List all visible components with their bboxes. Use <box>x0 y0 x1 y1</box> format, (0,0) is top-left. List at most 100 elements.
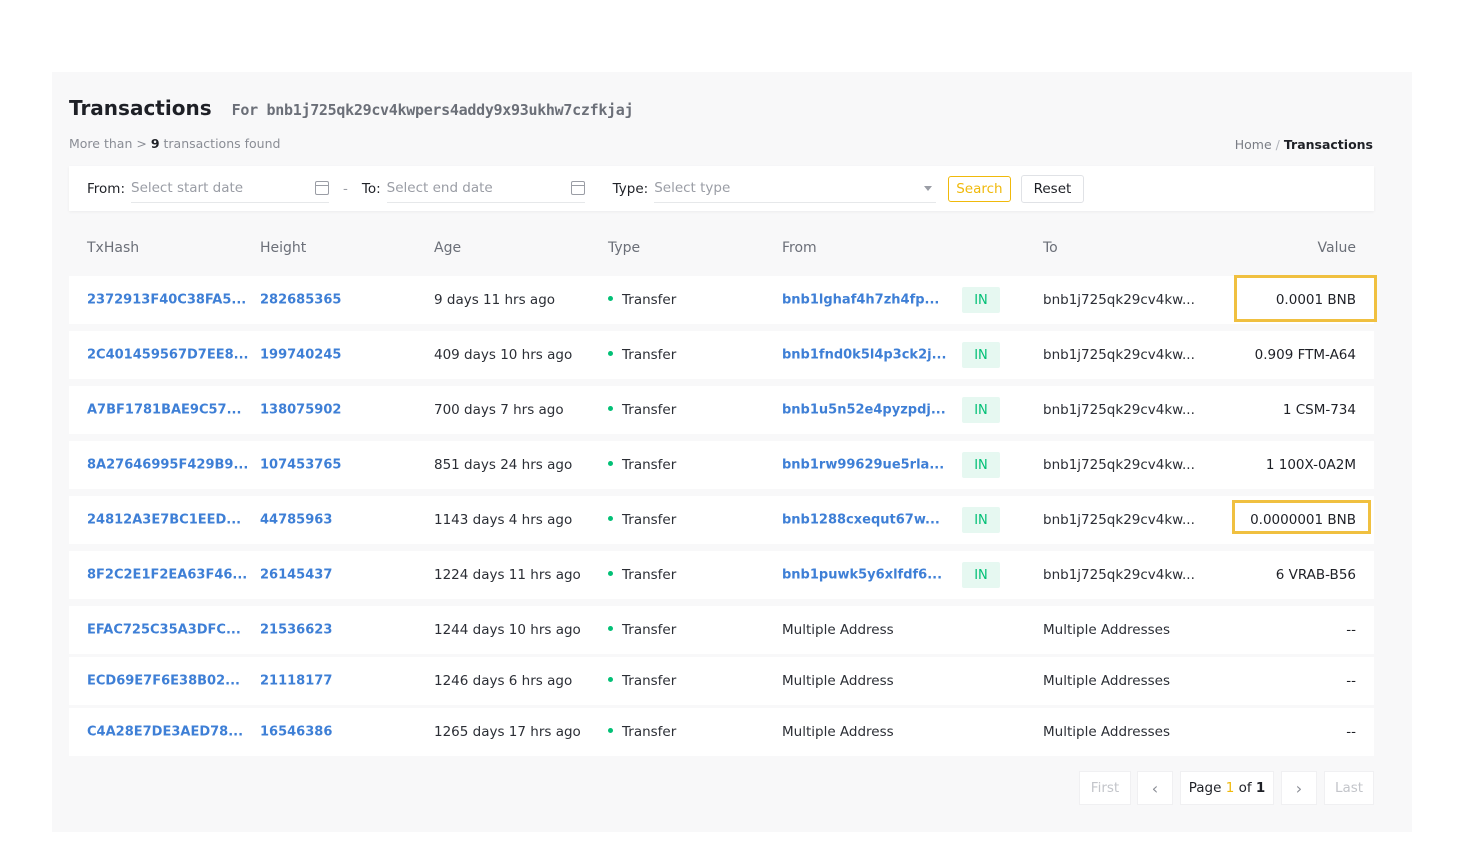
address-value: bnb1j725qk29cv4kwpers4addy9x93ukhw7czfkj… <box>266 101 634 119</box>
from-address-link[interactable]: bnb1fnd0k5l4p3ck2j... <box>782 348 946 363</box>
tx-value: -- <box>1346 673 1356 689</box>
to-address: bnb1j725qk29cv4kw... <box>1043 292 1195 308</box>
direction-badge: IN <box>962 287 1000 313</box>
tx-age: 9 days 11 hrs ago <box>434 292 556 308</box>
tx-hash-link[interactable]: A7BF1781BAE9C57... <box>87 403 241 418</box>
tx-type-label: Transfer <box>622 402 677 418</box>
page-of: of <box>1238 780 1252 796</box>
tx-age: 1224 days 11 hrs ago <box>434 567 581 583</box>
calendar-icon[interactable] <box>570 181 585 195</box>
from-label: From: <box>87 180 125 197</box>
from-address-link[interactable]: bnb1u5n52e4pyzpdj... <box>782 403 946 418</box>
tx-hash-link[interactable]: 2C401459567D7EE8... <box>87 348 248 363</box>
address-subtitle: For bnb1j725qk29cv4kwpers4addy9x93ukhw7c… <box>232 101 634 119</box>
status-dot-icon <box>608 570 613 576</box>
table-row: 8A27646995F429B9... 107453765 851 days 24 … <box>69 441 1374 489</box>
block-height-link[interactable]: 199740245 <box>260 348 341 363</box>
calendar-icon[interactable] <box>315 181 329 195</box>
block-height-link[interactable]: 107453765 <box>260 458 341 473</box>
table-row: C4A28E7DE3AED78... 16546386 1265 days 17 h… <box>69 708 1374 756</box>
status-dot-icon <box>608 295 613 301</box>
tx-age: 409 days 10 hrs ago <box>434 347 573 363</box>
col-type: Type <box>608 240 641 256</box>
tx-age: 1265 days 17 hrs ago <box>434 724 581 740</box>
tx-type-label: Transfer <box>622 622 677 638</box>
start-date-input[interactable]: Select start date <box>131 175 329 203</box>
tx-type: Transfer <box>608 673 676 689</box>
status-dot-icon <box>608 350 613 356</box>
breadcrumb-home[interactable]: Home <box>1235 137 1272 152</box>
block-height-link[interactable]: 16546386 <box>260 725 332 740</box>
tx-hash-link[interactable]: 2372913F40C38FA5... <box>87 293 246 308</box>
tx-type: Transfer <box>608 402 676 418</box>
from-address-link[interactable]: bnb1288cxequt67w... <box>782 513 940 528</box>
tx-hash-link[interactable]: C4A28E7DE3AED78... <box>87 725 243 740</box>
tx-hash-link[interactable]: 8A27646995F429B9... <box>87 458 248 473</box>
page-title: Transactions <box>69 96 212 120</box>
last-page-button[interactable]: Last <box>1324 771 1374 805</box>
from-address: Multiple Address <box>782 622 894 638</box>
type-label: Type: <box>612 180 649 197</box>
to-address: Multiple Addresses <box>1043 673 1171 689</box>
end-date-placeholder: Select end date <box>386 180 493 196</box>
first-label: First <box>1090 780 1120 796</box>
table-row: 8F2C2E1F2EA63F46... 26145437 1224 days 11 … <box>69 551 1374 599</box>
block-height-link[interactable]: 138075902 <box>260 403 341 418</box>
block-height-link[interactable]: 44785963 <box>260 513 332 528</box>
block-height-link[interactable]: 282685365 <box>260 293 341 308</box>
to-label: To: <box>361 180 381 197</box>
block-height-link[interactable]: 21118177 <box>260 674 332 689</box>
to-address: Multiple Addresses <box>1043 724 1171 740</box>
tx-value: 1 100X-0A2M <box>1265 457 1356 473</box>
to-address: bnb1j725qk29cv4kw... <box>1043 347 1195 363</box>
status-dot-icon <box>608 625 613 631</box>
tx-hash-link[interactable]: 8F2C2E1F2EA63F46... <box>87 568 247 583</box>
tx-age: 1244 days 10 hrs ago <box>434 622 581 638</box>
from-address-link[interactable]: bnb1lghaf4h7zh4fp... <box>782 293 939 308</box>
breadcrumb: Home / Transactions <box>1235 137 1373 152</box>
direction-badge: IN <box>962 507 1000 533</box>
next-page-button[interactable]: › <box>1281 771 1317 805</box>
col-to: To <box>1043 240 1058 256</box>
from-address-link[interactable]: bnb1puwk5y6xlfdf6... <box>782 568 942 583</box>
table-row: 2C401459567D7EE8... 199740245 409 days 10 … <box>69 331 1374 379</box>
breadcrumb-current: Transactions <box>1283 137 1373 152</box>
search-button[interactable]: Search <box>948 175 1011 202</box>
title-row: Transactions For bnb1j725qk29cv4kwpers4a… <box>69 96 634 120</box>
status-dot-icon <box>608 515 613 521</box>
tx-type: Transfer <box>608 567 676 583</box>
from-address-link[interactable]: bnb1rw99629ue5rla... <box>782 458 944 473</box>
type-select[interactable]: Select type <box>654 175 937 203</box>
value-highlight-box <box>1232 500 1371 534</box>
prev-page-button[interactable]: ‹ <box>1137 771 1173 805</box>
block-height-link[interactable]: 26145437 <box>260 568 332 583</box>
from-address: Multiple Address <box>782 673 894 689</box>
table-row: 2372913F40C38FA5... 282685365 9 days 11 hr… <box>69 276 1374 324</box>
tx-hash-link[interactable]: 24812A3E7BC1EED... <box>87 513 241 528</box>
to-address: bnb1j725qk29cv4kw... <box>1043 512 1195 528</box>
found-prefix: More than > <box>69 136 147 151</box>
tx-hash-link[interactable]: EFAC725C35A3DFC... <box>87 623 241 638</box>
date-range-dash: - <box>343 180 348 197</box>
for-prefix: For <box>231 101 259 119</box>
tx-age: 1143 days 4 hrs ago <box>434 512 573 528</box>
filter-bar: From: Select start date - To: Select end… <box>69 166 1374 211</box>
tx-value: 1 CSM-734 <box>1282 402 1356 418</box>
found-count: 9 <box>150 136 160 151</box>
end-date-input[interactable]: Select end date <box>386 175 585 203</box>
status-dot-icon <box>608 727 613 733</box>
table-header: TxHash Height Age Type From To Value <box>69 236 1374 262</box>
reset-button[interactable]: Reset <box>1020 174 1085 203</box>
tx-type: Transfer <box>608 457 676 473</box>
table-row: 24812A3E7BC1EED... 44785963 1143 days 4 hr… <box>69 496 1374 544</box>
first-page-button[interactable]: First <box>1079 771 1131 805</box>
tx-age: 1246 days 6 hrs ago <box>434 673 573 689</box>
direction-badge: IN <box>962 342 1000 368</box>
tx-age: 700 days 7 hrs ago <box>434 402 564 418</box>
tx-hash-link[interactable]: ECD69E7F6E38B02... <box>87 674 240 689</box>
table-row: ECD69E7F6E38B02... 21118177 1246 days 6 hr… <box>69 657 1374 705</box>
tx-type-label: Transfer <box>622 724 677 740</box>
block-height-link[interactable]: 21536623 <box>260 623 332 638</box>
last-label: Last <box>1334 780 1364 796</box>
page-label: Page <box>1188 780 1222 796</box>
